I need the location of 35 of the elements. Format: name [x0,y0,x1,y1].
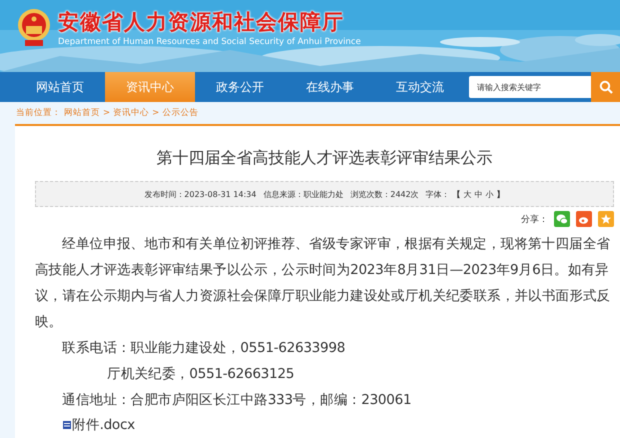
nav-tab[interactable]: 政务公开 [195,72,285,102]
document-icon [62,420,72,430]
nav-tab[interactable]: 在线办事 [285,72,375,102]
breadcrumb-link[interactable]: 网站首页 [64,107,100,119]
star-icon[interactable] [598,211,614,227]
breadcrumb-link[interactable]: 公示公告 [162,107,198,119]
search-icon [598,80,612,94]
search-button[interactable] [591,72,620,102]
article-paragraph: 联系电话：职业能力建设处，0551-62633998 [61,339,346,358]
chat-bubble-icon[interactable] [554,211,570,227]
breadcrumb-separator: > [152,108,160,118]
info-source: 信息来源：职业能力处 [263,188,344,200]
font-size-label: 字体： [426,188,450,200]
attachment-link[interactable]: 附件.docx [72,416,135,434]
view-count: 浏览次数：2442次 [350,188,419,200]
article-paragraph: 通信地址：合肥市庐阳区长江中路333号，邮编：230061 [61,391,412,410]
nav-tab[interactable]: 互动交流 [375,72,465,102]
font-size-link[interactable]: 小 [486,188,494,200]
breadcrumb-link[interactable]: 资讯中心 [113,107,150,119]
bracket: 【 [452,188,461,200]
bracket: 】 [496,188,505,200]
article-paragraph: 经单位申报、地市和有关单位初评推荐、省级专家评审，根据有关规定，现将第十四届全省高技能人才评选表彰评审结果予以公示，公示时间为2023年8月31日—2023年9月6日。如有异议，请在公示期内与省人力资源社会保障厅职业能力建设处或厅机关纪委联系，并以书面形式反映。 [35,235,612,332]
breadcrumb-separator: > [103,108,110,118]
font-size-link[interactable]: 大 [464,188,472,200]
emblem-icon [16,8,52,48]
site-title: 安徽省人力资源和社会保障厅 [58,9,345,35]
article-paragraph: 厅机关纪委，0551-62663125 [106,365,296,384]
article-title: 第十四届全省高技能人才评选表彰评审结果公示 [156,147,494,169]
search-field[interactable]: 请输入搜索关键字 [469,76,591,98]
site-subtitle: Department of Human Resources and Social Security of Anhui Province [58,37,361,47]
breadcrumb-label: 当前位置： [16,107,61,119]
share-label: 分享： [521,214,548,226]
publish-time: 发布时间：2023-08-31 14:34 [144,188,256,200]
nav-tab[interactable]: 网站首页 [15,72,105,102]
font-size-link[interactable]: 中 [474,188,483,200]
